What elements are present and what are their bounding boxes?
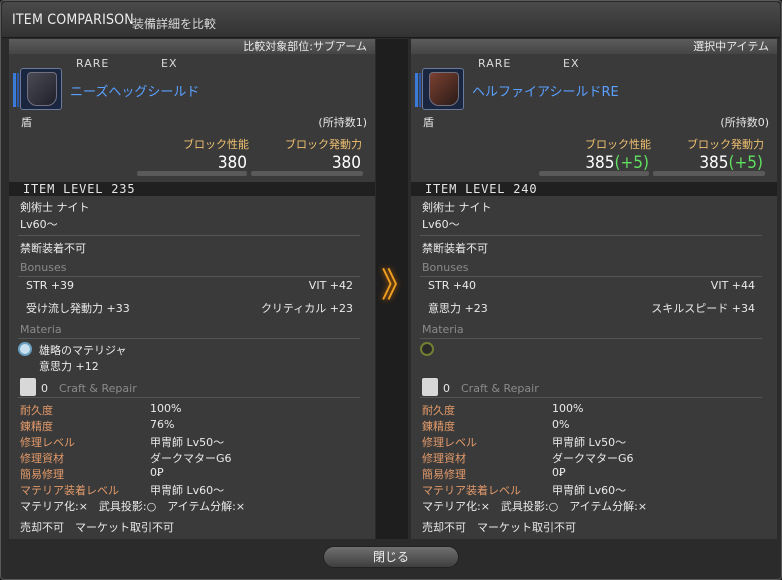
required-level: Lv60～ [422, 218, 460, 231]
compared-item-pane: 比較対象部位:サブアーム RARE EX ニーズヘッグシールド 盾 (所持数1)… [9, 39, 375, 539]
craft-icon [422, 378, 438, 396]
repair-key: マテリア装着レベル [422, 484, 521, 497]
repair-value: 100% [552, 402, 584, 415]
item-name: ニーズヘッグシールド [70, 85, 200, 100]
block-chance-label: ブロック発動力 [687, 138, 764, 151]
ex-tag: EX [161, 57, 178, 70]
bonuses-heading: Bonuses [422, 261, 469, 274]
block-chance-label: ブロック発動力 [285, 138, 362, 151]
required-level: Lv60～ [20, 218, 58, 231]
compare-arrow-icon: 》 [381, 266, 415, 306]
bonus-stat: 意思力 +23 [428, 302, 488, 315]
craft-icon [20, 378, 36, 396]
repair-key: マテリア装着レベル [20, 484, 119, 497]
trade-restriction: 売却不可 マーケット取引不可 [422, 521, 576, 534]
empty-materia-slot-icon[interactable] [420, 342, 434, 356]
bonuses-heading: Bonuses [20, 261, 67, 274]
item-flags: マテリア化:× 武具投影:○ アイテム分解:× [20, 500, 246, 513]
repair-value: 甲冑師 Lv50～ [150, 436, 225, 449]
block-rate-bar [137, 171, 247, 176]
item-level: ITEM LEVEL 235 [23, 182, 136, 196]
materia-name: 雄略のマテリジャ [39, 344, 127, 357]
item-category: 盾 [423, 116, 434, 129]
job-list: 剣術士 ナイト [20, 201, 90, 214]
repair-value: 0% [552, 418, 570, 431]
repair-value: ダークマターG6 [150, 452, 232, 465]
bonus-stat: VIT +44 [710, 279, 755, 292]
item-category: 盾 [21, 116, 32, 129]
block-rate-value: 380 [217, 153, 247, 173]
materia-slot-icon[interactable] [18, 342, 32, 356]
window-title: ITEM COMPARISON [12, 12, 134, 28]
rarity-tag: RARE [478, 57, 512, 70]
item-comparison-window: ITEM COMPARISON 装備詳細を比較 比較対象部位:サブアーム RAR… [0, 0, 782, 580]
title-bar[interactable]: ITEM COMPARISON 装備詳細を比較 [2, 2, 780, 38]
item-flags: マテリア化:× 武具投影:○ アイテム分解:× [422, 500, 648, 513]
block-rate-value: 385(+5) [585, 153, 649, 173]
repair-key: 修理レベル [422, 436, 477, 449]
bonus-stat: 受け流し発動力 +33 [26, 302, 130, 315]
repair-key: 修理資材 [20, 452, 64, 465]
craft-repair-heading: Craft & Repair [59, 382, 137, 395]
bonus-stat: VIT +42 [308, 279, 353, 292]
repair-value: 76% [150, 418, 175, 431]
pane-header: 選択中アイテム [411, 39, 777, 54]
repair-value: 甲冑師 Lv50～ [552, 436, 627, 449]
window-subtitle: 装備詳細を比較 [132, 17, 217, 31]
block-rate-label: ブロック性能 [183, 138, 249, 151]
item-icon[interactable] [415, 68, 464, 110]
block-rate-label: ブロック性能 [585, 138, 651, 151]
trade-restriction: 売却不可 マーケット取引不可 [20, 521, 174, 534]
repair-key: 修理レベル [20, 436, 75, 449]
materia-heading: Materia [422, 323, 464, 336]
block-chance-bar [653, 171, 765, 176]
owned-count: (所持数1) [318, 116, 367, 129]
bonus-stat: STR +39 [26, 279, 75, 292]
repair-key: 耐久度 [422, 404, 455, 417]
repair-value: ダークマターG6 [552, 452, 634, 465]
repair-value: 0Ꝑ [552, 466, 566, 479]
repair-key: 錬精度 [20, 420, 53, 433]
craft-repair-heading: Craft & Repair [461, 382, 539, 395]
repair-key: 修理資材 [422, 452, 466, 465]
repair-key: 錬精度 [422, 420, 455, 433]
bonus-stat: STR +40 [428, 279, 477, 292]
ex-tag: EX [563, 57, 580, 70]
restriction-text: 禁断装着不可 [422, 242, 488, 255]
pane-header: 比較対象部位:サブアーム [9, 39, 375, 54]
item-level: ITEM LEVEL 240 [425, 182, 538, 196]
repair-value: 0Ꝑ [150, 466, 164, 479]
item-name: ヘルファイアシールドRE [472, 85, 619, 100]
bonus-stat: クリティカル +23 [260, 302, 353, 315]
shield-icon [429, 72, 459, 106]
materia-heading: Materia [20, 323, 62, 336]
job-list: 剣術士 ナイト [422, 201, 492, 214]
block-rate-bar [539, 171, 649, 176]
repair-value: 100% [150, 402, 182, 415]
materia-stat: 意思力 +12 [39, 360, 99, 373]
bonus-stat: スキルスピード +34 [651, 302, 755, 315]
block-chance-value: 380 [331, 153, 361, 173]
selected-item-pane: 選択中アイテム RARE EX ヘルファイアシールドRE 盾 (所持数0) ブロ… [411, 39, 777, 539]
repair-value: 甲冑師 Lv60～ [552, 484, 627, 497]
block-chance-bar [251, 171, 363, 176]
restriction-text: 禁断装着不可 [20, 242, 86, 255]
shield-icon [27, 72, 57, 106]
repair-key: 簡易修理 [20, 468, 64, 481]
rarity-tag: RARE [76, 57, 110, 70]
repair-key: 簡易修理 [422, 468, 466, 481]
owned-count: (所持数0) [720, 116, 769, 129]
block-chance-value: 385(+5) [699, 153, 763, 173]
close-button[interactable]: 閉じる [323, 546, 459, 568]
repair-value: 甲冑師 Lv60～ [150, 484, 225, 497]
craft-count: 0 [443, 382, 450, 395]
repair-key: 耐久度 [20, 404, 53, 417]
item-icon[interactable] [13, 68, 62, 110]
craft-count: 0 [41, 382, 48, 395]
